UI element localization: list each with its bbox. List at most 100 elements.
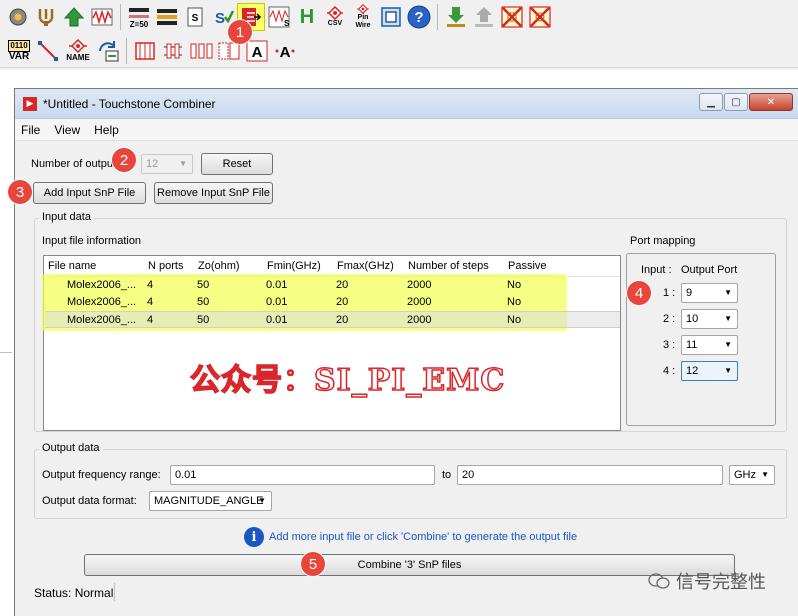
reset-button[interactable]: Reset xyxy=(201,153,273,175)
svg-text:?: ? xyxy=(414,9,423,26)
port-select[interactable]: 10 ▼ xyxy=(681,309,738,329)
cell-file-name: Molex2006_... xyxy=(67,314,137,326)
up-arrow-icon[interactable] xyxy=(61,4,87,30)
add-input-snp-button[interactable]: Add Input SnP File xyxy=(33,182,146,204)
refresh-icon[interactable] xyxy=(95,38,121,64)
freq-to-input[interactable]: 20 xyxy=(457,465,723,485)
download-icon[interactable] xyxy=(443,4,469,30)
cell-zo: 50 xyxy=(197,279,210,291)
component-3-icon[interactable] xyxy=(188,38,214,64)
column-header[interactable]: Passive xyxy=(508,260,547,272)
text-a-dotted-icon[interactable]: A xyxy=(272,38,298,64)
name-label: NAME xyxy=(66,53,90,62)
upload-icon[interactable] xyxy=(471,4,497,30)
chevron-down-icon: ▼ xyxy=(724,366,732,375)
cell-zo: 50 xyxy=(197,296,210,308)
freq-from-value: 0.01 xyxy=(175,469,197,481)
table-row-selected[interactable]: Molex2006_... 4 50 0.01 20 2000 No xyxy=(45,311,620,328)
port-select-focused[interactable]: 12 ▼ xyxy=(681,361,738,381)
chevron-down-icon: ▼ xyxy=(258,496,266,505)
no-layout-icon[interactable] xyxy=(499,4,525,30)
cell-passive: No xyxy=(507,314,522,326)
csv-icon[interactable]: CSV xyxy=(322,4,348,30)
table-row[interactable]: Molex2006_... 4 50 0.01 20 2000 No xyxy=(45,294,620,311)
outputs-select[interactable]: 12 ▼ xyxy=(141,154,193,174)
toolbar-separator xyxy=(126,37,127,64)
info-icon: i xyxy=(244,527,264,547)
to-label: to xyxy=(442,469,452,481)
component-2-icon[interactable] xyxy=(160,38,186,64)
var-icon[interactable]: 0110 VAR xyxy=(5,38,33,64)
maximize-button[interactable]: ▢ xyxy=(724,93,748,111)
chevron-down-icon: ▼ xyxy=(724,288,732,297)
pin-wire-label: Pin Wire xyxy=(355,14,371,29)
no-net-icon[interactable] xyxy=(527,4,553,30)
app-icon: ▶ xyxy=(23,96,37,111)
freq-unit-select[interactable]: GHz ▼ xyxy=(729,465,775,485)
wire-icon[interactable] xyxy=(35,38,61,64)
cell-n-ports: 4 xyxy=(147,296,154,308)
cell-zo: 50 xyxy=(197,314,210,326)
window-title: *Untitled - Touchstone Combiner xyxy=(43,96,216,111)
input-data-title: Input data xyxy=(39,211,94,223)
impedance-z50-icon[interactable]: Z=50 xyxy=(126,4,152,30)
table-row[interactable]: Molex2006_... 4 50 0.01 20 2000 No xyxy=(45,277,620,294)
callout-2: 2 xyxy=(112,148,136,172)
h-icon[interactable]: H xyxy=(294,4,320,30)
freq-range-label: Output frequency range: xyxy=(42,469,161,481)
gear-icon[interactable] xyxy=(5,4,31,30)
column-header[interactable]: File name xyxy=(48,260,96,272)
cell-file-name: Molex2006_... xyxy=(67,296,137,308)
z50-label: Z=50 xyxy=(130,20,149,29)
combine-button[interactable]: Combine '3' SnP files xyxy=(84,554,735,576)
column-header[interactable]: Fmax(GHz) xyxy=(337,260,394,272)
chevron-down-icon: ▼ xyxy=(761,470,769,479)
s-plot-icon[interactable]: S xyxy=(266,4,292,30)
menu-file[interactable]: File xyxy=(21,123,40,137)
cell-steps: 2000 xyxy=(407,314,432,326)
csv-label: CSV xyxy=(327,20,343,27)
text-a-icon[interactable]: A xyxy=(244,38,270,64)
component-1-icon[interactable] xyxy=(132,38,158,64)
cell-steps: 2000 xyxy=(407,279,432,291)
column-header[interactable]: Fmin(GHz) xyxy=(267,260,321,272)
waveform-icon[interactable] xyxy=(89,4,115,30)
column-header[interactable]: N ports xyxy=(148,260,183,272)
menu-help[interactable]: Help xyxy=(94,123,119,137)
callout-3: 3 xyxy=(8,180,32,204)
main-toolbar: Z=50 S S S H CSV Pin Wire ? xyxy=(0,0,798,34)
column-header[interactable]: Number of steps xyxy=(408,260,489,272)
title-bar[interactable]: ▶ *Untitled - Touchstone Combiner ▁ ▢ ✕ xyxy=(15,89,798,119)
filter-icon[interactable] xyxy=(154,4,180,30)
port-select[interactable]: 11 ▼ xyxy=(681,335,738,355)
menu-view[interactable]: View xyxy=(54,123,80,137)
output-data-title: Output data xyxy=(39,442,103,454)
port-select[interactable]: 9 ▼ xyxy=(681,283,738,303)
cell-fmin: 0.01 xyxy=(266,296,288,308)
minimize-button[interactable]: ▁ xyxy=(699,93,723,111)
close-button[interactable]: ✕ xyxy=(749,93,793,111)
chevron-down-icon: ▼ xyxy=(179,159,187,168)
remove-input-snp-button[interactable]: Remove Input SnP File xyxy=(154,182,273,204)
pin-wire-icon[interactable]: Pin Wire xyxy=(350,4,376,30)
menu-bar: File View Help xyxy=(15,119,798,141)
chevron-down-icon: ▼ xyxy=(724,314,732,323)
status-text: Status: Normal xyxy=(34,586,114,600)
help-icon[interactable]: ? xyxy=(406,4,432,30)
freq-to-value: 20 xyxy=(462,469,475,481)
name-icon[interactable]: NAME xyxy=(63,38,93,64)
s-param-icon[interactable]: S xyxy=(182,4,208,30)
tuner-icon[interactable] xyxy=(33,4,59,30)
toolbar-separator xyxy=(437,4,438,30)
freq-from-input[interactable]: 0.01 xyxy=(170,465,435,485)
port-value: 11 xyxy=(686,339,698,351)
port-value: 9 xyxy=(686,287,693,299)
frame-icon[interactable] xyxy=(378,4,404,30)
svg-text:S: S xyxy=(215,10,225,27)
callout-4: 4 xyxy=(627,281,651,305)
format-select[interactable]: MAGNITUDE_ANGLE ▼ xyxy=(149,491,272,511)
cell-fmax: 20 xyxy=(336,279,349,291)
column-header[interactable]: Zo(ohm) xyxy=(198,260,240,272)
port-input-label: 1 : xyxy=(663,287,676,299)
input-file-info-title: Input file information xyxy=(42,235,142,247)
